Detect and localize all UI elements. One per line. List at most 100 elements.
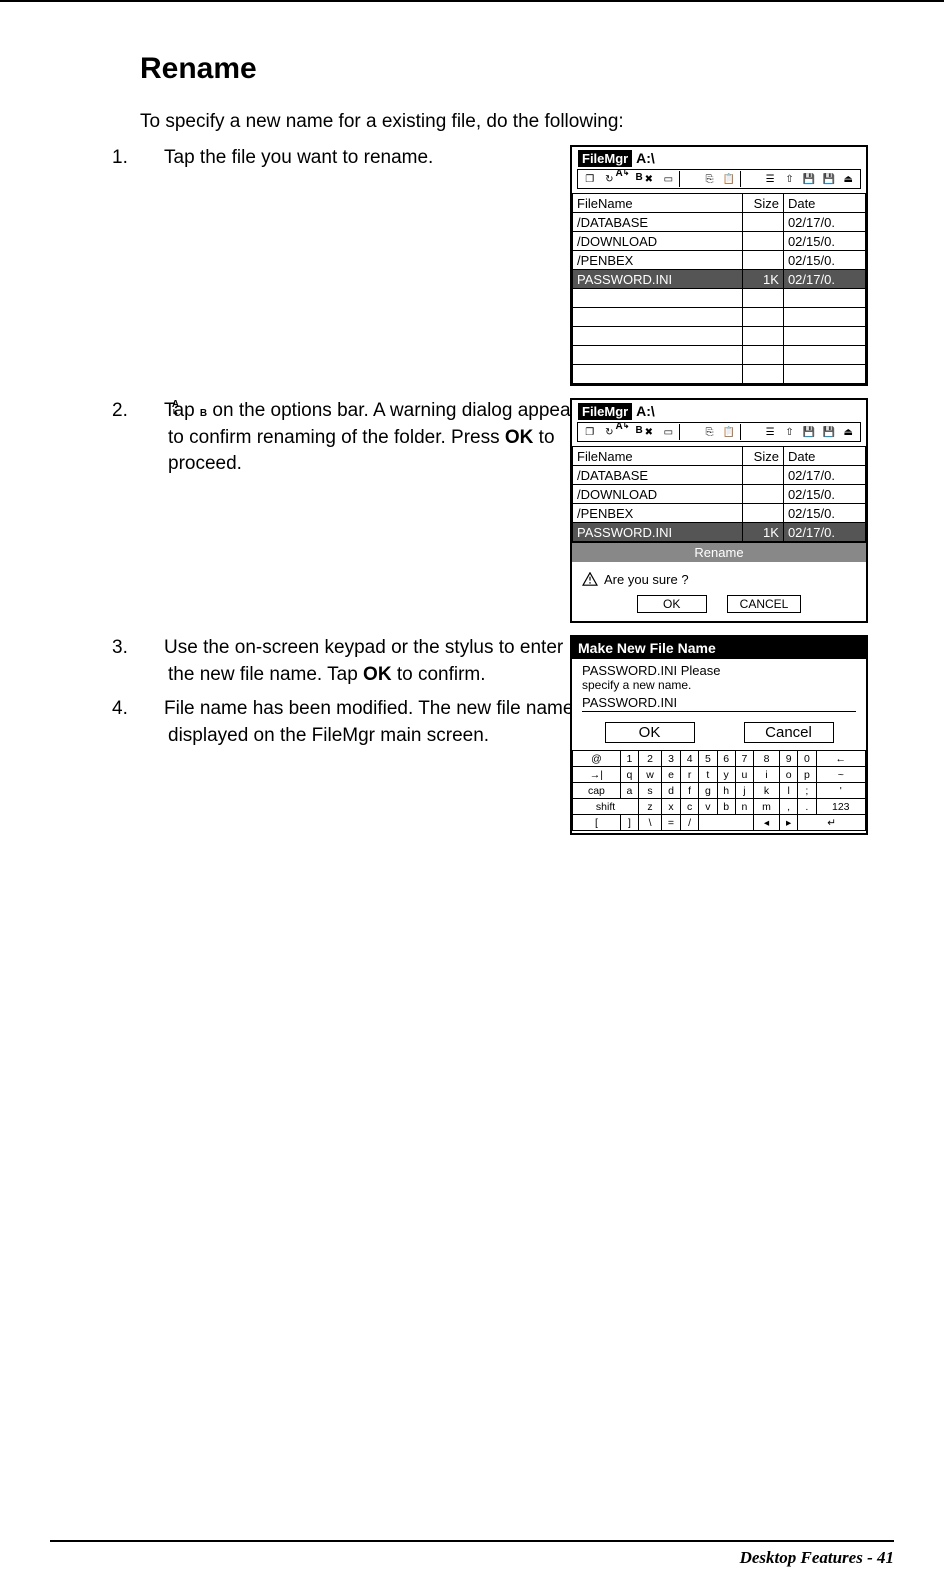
key[interactable]: t (699, 767, 717, 783)
up-icon[interactable]: ⇧ (780, 171, 800, 187)
new-folder-icon[interactable]: ❐ (580, 424, 600, 440)
key[interactable]: 1 (620, 751, 638, 767)
key[interactable]: n (735, 799, 753, 815)
key[interactable]: d (661, 783, 680, 799)
key[interactable]: / (681, 815, 699, 831)
copy-icon[interactable]: ⎘ (700, 171, 720, 187)
table-row[interactable]: /DOWNLOAD02/15/0. (573, 232, 866, 251)
save2-icon[interactable]: 💾 (819, 424, 839, 440)
filename-input[interactable]: PASSWORD.INI (582, 695, 856, 712)
save-icon[interactable]: 💾 (799, 171, 819, 187)
cancel-button[interactable]: CANCEL (727, 595, 802, 613)
table-row[interactable]: /DATABASE02/17/0. (573, 466, 866, 485)
key[interactable]: @ (573, 751, 621, 767)
col-size[interactable]: Size (742, 194, 783, 213)
key[interactable]: y (717, 767, 735, 783)
key[interactable]: = (661, 815, 680, 831)
save2-icon[interactable]: 💾 (819, 171, 839, 187)
key[interactable]: o (780, 767, 798, 783)
table-row[interactable]: /PENBEX02/15/0. (573, 251, 866, 270)
table-row (573, 346, 866, 365)
key[interactable]: e (661, 767, 680, 783)
new-folder-icon[interactable]: ❐ (580, 171, 600, 187)
list-icon[interactable]: ☰ (760, 424, 780, 440)
table-row[interactable]: /DATABASE02/17/0. (573, 213, 866, 232)
key[interactable]: \ (639, 815, 662, 831)
key[interactable]: 0 (798, 751, 816, 767)
onscreen-keyboard[interactable]: @1234567890← →|qwertyuiop~ capasdfghjkl;… (572, 750, 866, 831)
ok-button[interactable]: OK (605, 722, 695, 743)
ok-button[interactable]: OK (637, 595, 707, 613)
key[interactable]: f (681, 783, 699, 799)
col-size[interactable]: Size (742, 447, 783, 466)
exit-icon[interactable]: ⏏ (838, 424, 858, 440)
paste-icon[interactable]: 📋 (719, 424, 739, 440)
cancel-button[interactable]: Cancel (744, 722, 834, 743)
key[interactable]: 7 (735, 751, 753, 767)
key[interactable]: 8 (754, 751, 780, 767)
key[interactable]: 3 (661, 751, 680, 767)
key[interactable]: 9 (780, 751, 798, 767)
key[interactable]: j (735, 783, 753, 799)
key-cap[interactable]: cap (573, 783, 621, 799)
up-icon[interactable]: ⇧ (780, 424, 800, 440)
table-row-selected[interactable]: PASSWORD.INI1K02/17/0. (573, 270, 866, 289)
key[interactable]: x (661, 799, 680, 815)
key-123[interactable]: 123 (816, 799, 865, 815)
key[interactable]: m (754, 799, 780, 815)
key[interactable]: g (699, 783, 717, 799)
key-tab[interactable]: →| (573, 767, 621, 783)
key[interactable]: b (717, 799, 735, 815)
table-row[interactable]: /PENBEX02/15/0. (573, 504, 866, 523)
key-right[interactable]: ▸ (780, 815, 798, 831)
list-icon[interactable]: ☰ (760, 171, 780, 187)
key-shift[interactable]: shift (573, 799, 639, 815)
col-date[interactable]: Date (783, 447, 865, 466)
make-new-title: Make New File Name (572, 637, 866, 659)
key[interactable]: . (798, 799, 816, 815)
key[interactable]: 4 (681, 751, 699, 767)
key[interactable]: h (717, 783, 735, 799)
copy-icon[interactable]: ⎘ (700, 424, 720, 440)
key-backspace[interactable]: ← (816, 751, 865, 767)
key[interactable]: k (754, 783, 780, 799)
table-row[interactable]: /DOWNLOAD02/15/0. (573, 485, 866, 504)
paste-icon[interactable]: 📋 (719, 171, 739, 187)
key[interactable]: l (780, 783, 798, 799)
step-3: 3.Use the on-screen keypad or the stylus… (168, 635, 593, 688)
key-space[interactable] (699, 815, 754, 831)
exit-icon[interactable]: ⏏ (838, 171, 858, 187)
col-filename[interactable]: FileName (573, 447, 743, 466)
key[interactable]: 2 (639, 751, 662, 767)
select-icon[interactable]: ▭ (659, 171, 679, 187)
save-icon[interactable]: 💾 (799, 424, 819, 440)
key[interactable]: c (681, 799, 699, 815)
col-filename[interactable]: FileName (573, 194, 743, 213)
select-icon[interactable]: ▭ (659, 424, 679, 440)
key[interactable]: ~ (816, 767, 865, 783)
key[interactable]: p (798, 767, 816, 783)
key-left[interactable]: ◂ (754, 815, 780, 831)
rename-icon[interactable]: A↳B (619, 171, 639, 187)
key[interactable]: u (735, 767, 753, 783)
key[interactable]: [ (573, 815, 621, 831)
key[interactable]: ] (620, 815, 638, 831)
key[interactable]: w (639, 767, 662, 783)
key[interactable]: q (620, 767, 638, 783)
key[interactable]: r (681, 767, 699, 783)
key[interactable]: , (780, 799, 798, 815)
rename-icon[interactable]: A↳B (619, 424, 639, 440)
key[interactable]: i (754, 767, 780, 783)
col-date[interactable]: Date (783, 194, 865, 213)
key[interactable]: v (699, 799, 717, 815)
key[interactable]: ; (798, 783, 816, 799)
key-enter[interactable]: ↵ (798, 815, 866, 831)
toolbar: ❐ ↻ A↳B ✖ ▭ ⎘ 📋 ☰ ⇧ 💾 💾 ⏏ (577, 169, 861, 189)
table-row-selected[interactable]: PASSWORD.INI1K02/17/0. (573, 523, 866, 542)
key[interactable]: 6 (717, 751, 735, 767)
key[interactable]: ' (816, 783, 865, 799)
key[interactable]: 5 (699, 751, 717, 767)
key[interactable]: a (620, 783, 638, 799)
key[interactable]: s (639, 783, 662, 799)
key[interactable]: z (639, 799, 662, 815)
